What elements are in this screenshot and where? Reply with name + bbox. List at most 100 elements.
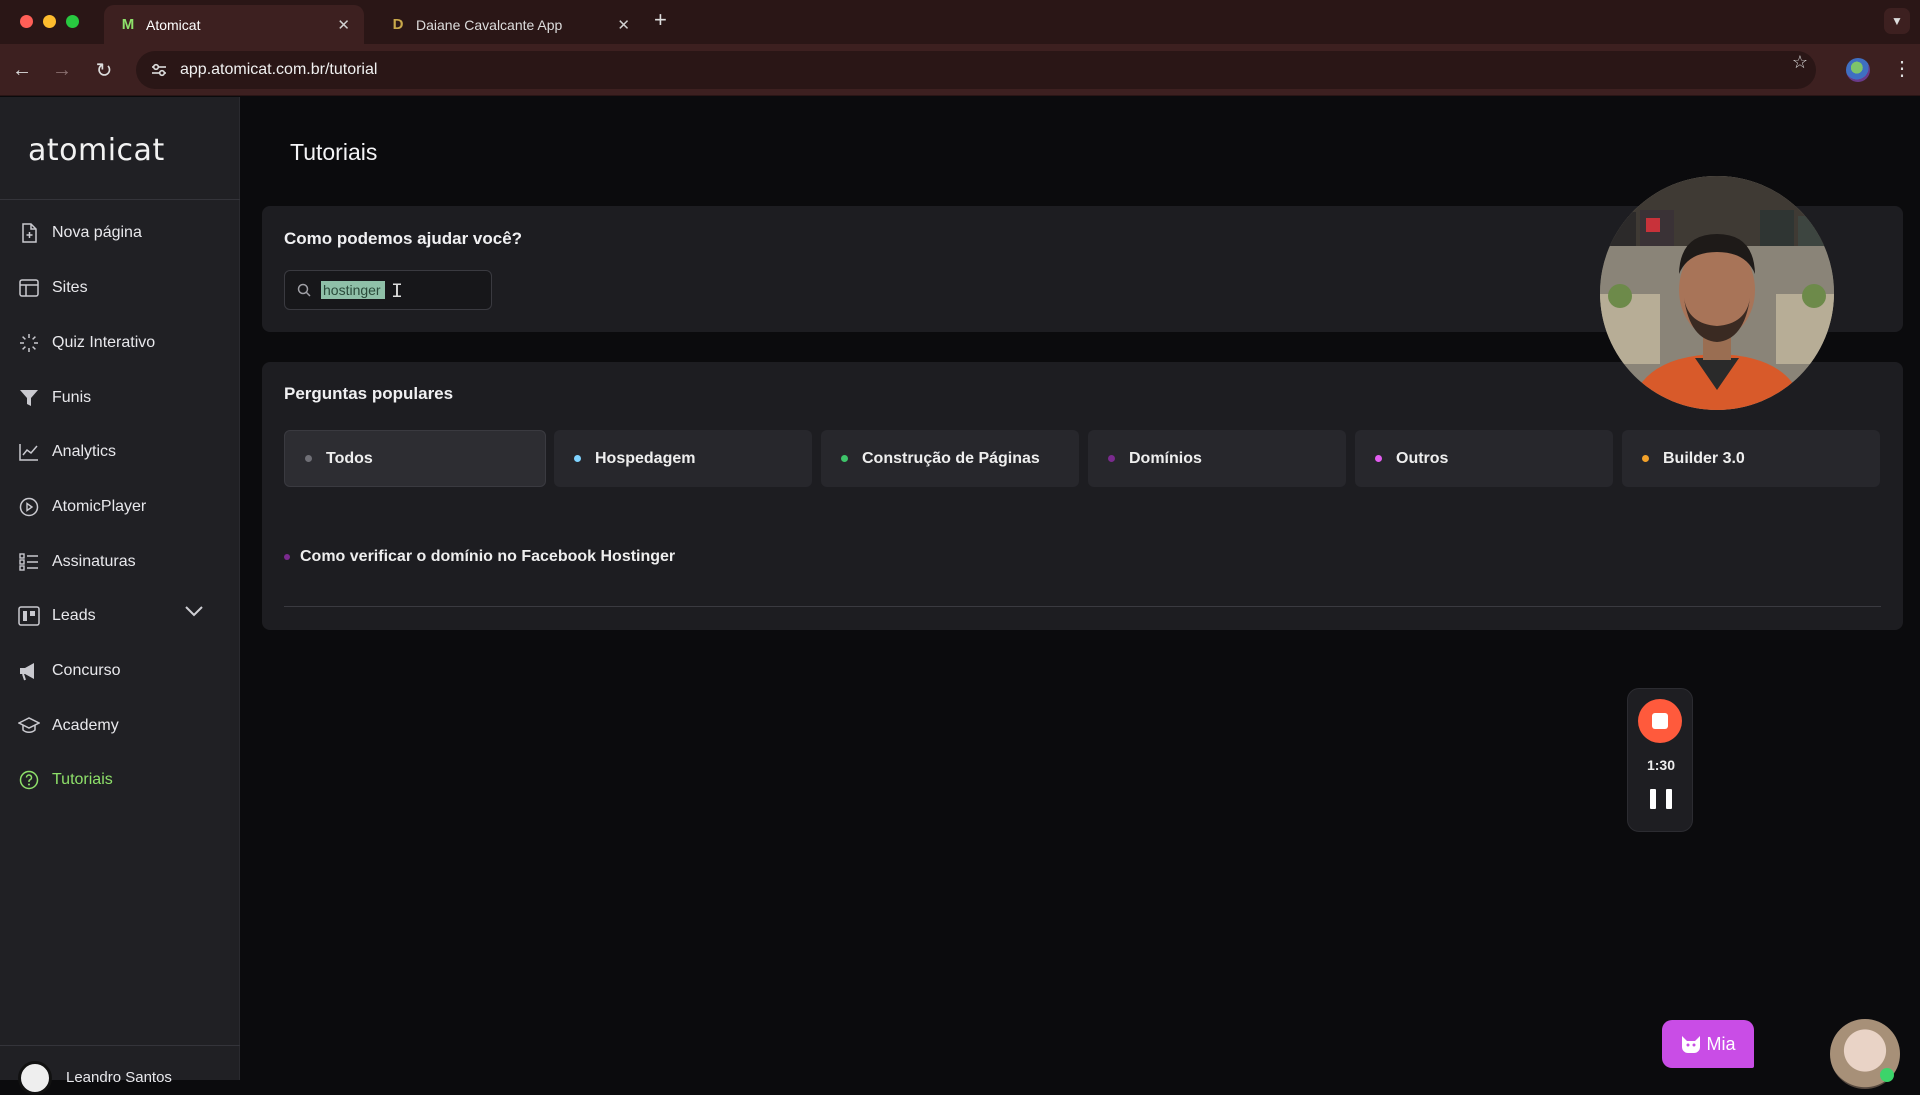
- site-settings-icon[interactable]: [144, 63, 174, 77]
- pause-icon-bar: [1666, 789, 1672, 809]
- user-avatar[interactable]: [18, 1061, 52, 1095]
- sidebar-item-label: Analytics: [52, 443, 117, 460]
- new-tab-button[interactable]: +: [654, 7, 667, 33]
- reload-icon[interactable]: ↻: [90, 56, 118, 84]
- pause-recording-button[interactable]: [1650, 789, 1672, 811]
- analytics-icon: [18, 441, 40, 463]
- close-tab-icon[interactable]: ✕: [337, 16, 350, 34]
- category-todos[interactable]: Todos: [284, 430, 546, 487]
- sidebar-item-label: Leads: [52, 607, 96, 624]
- tab-search-button[interactable]: ▼: [1884, 8, 1910, 34]
- mia-chat-button[interactable]: Mia: [1662, 1020, 1754, 1068]
- megaphone-icon: [18, 660, 40, 682]
- category-label: Construção de Páginas: [862, 449, 1040, 467]
- webcam-overlay[interactable]: [1600, 176, 1834, 410]
- category-dot: [841, 455, 848, 462]
- recording-time: 1:30: [1646, 757, 1676, 773]
- sidebar-item-tutoriais[interactable]: Tutoriais: [0, 758, 240, 802]
- pause-icon: [1650, 789, 1656, 809]
- question-label: Como verificar o domínio no Facebook Hos…: [300, 548, 676, 565]
- address-bar[interactable]: app.atomicat.com.br/tutorial: [136, 51, 1816, 89]
- tab-atomicat[interactable]: M Atomicat ✕: [104, 5, 364, 44]
- search-icon: [297, 283, 313, 297]
- stop-icon: [1652, 713, 1668, 729]
- popular-questions-heading: Perguntas populares: [284, 384, 454, 403]
- stop-recording-button[interactable]: [1638, 699, 1682, 743]
- back-arrow-icon[interactable]: ←: [8, 56, 36, 84]
- sidebar-item-label: Quiz Interativo: [52, 334, 156, 351]
- sidebar-item-concurso[interactable]: Concurso: [0, 649, 240, 693]
- funnel-icon: [18, 387, 40, 409]
- tab-title: Daiane Cavalcante App: [416, 16, 563, 33]
- category-dot: [1375, 455, 1382, 462]
- bookmark-star-icon[interactable]: ☆: [1792, 52, 1808, 73]
- sidebar-item-sites[interactable]: Sites: [0, 266, 240, 310]
- question-dot: [284, 554, 290, 560]
- sidebar-item-label: Concurso: [52, 662, 121, 679]
- recording-controls: 1:30: [1627, 688, 1693, 832]
- atomicat-favicon-icon: M: [121, 16, 135, 33]
- sidebar-item-atomicplayer[interactable]: AtomicPlayer: [0, 485, 240, 529]
- close-tab-icon[interactable]: ✕: [617, 16, 630, 34]
- minimize-window-button[interactable]: [43, 15, 56, 28]
- tab-title: Atomicat: [146, 16, 201, 33]
- category-dominios[interactable]: Domínios: [1088, 430, 1346, 487]
- tab-daiane-app[interactable]: D Daiane Cavalcante App ✕: [374, 5, 644, 44]
- page-title: Tutoriais: [290, 139, 378, 165]
- mia-chat-label: Mia: [1706, 1033, 1736, 1054]
- sidebar-divider: [0, 1045, 240, 1046]
- quiz-icon: [18, 332, 40, 354]
- leads-icon: [18, 605, 40, 627]
- category-hospedagem[interactable]: Hospedagem: [554, 430, 812, 487]
- profile-icon[interactable]: [1846, 58, 1870, 82]
- sidebar-item-funis[interactable]: Funis: [0, 376, 240, 420]
- category-builder[interactable]: Builder 3.0: [1622, 430, 1880, 487]
- maximize-window-button[interactable]: [66, 15, 79, 28]
- cat-icon: [1682, 1036, 1701, 1053]
- atomicat-logo[interactable]: atomicat: [28, 133, 165, 168]
- sidebar-item-academy[interactable]: Academy: [0, 704, 240, 748]
- browser-menu-icon[interactable]: ⋮: [1892, 56, 1912, 81]
- new-page-icon: [18, 222, 40, 244]
- sidebar-item-leads[interactable]: Leads: [0, 594, 240, 638]
- daiane-favicon-icon: D: [392, 16, 404, 33]
- chevron-down-icon[interactable]: [184, 604, 204, 622]
- sidebar-item-label: AtomicPlayer: [52, 498, 147, 515]
- help-question-heading: Como podemos ajudar você?: [284, 229, 523, 248]
- category-dot: [1108, 455, 1115, 462]
- sidebar-item-analytics[interactable]: Analytics: [0, 430, 240, 474]
- sidebar-item-assinaturas[interactable]: Assinaturas: [0, 540, 240, 584]
- sidebar-item-label: Sites: [52, 279, 88, 296]
- browser-tab-bar: M Atomicat ✕ D Daiane Cavalcante App ✕ +…: [0, 0, 1920, 44]
- question-divider: [284, 606, 1881, 607]
- category-label: Hospedagem: [595, 449, 696, 467]
- sites-icon: [18, 277, 40, 299]
- sidebar-item-label: Funis: [52, 389, 92, 406]
- category-dot: [574, 455, 581, 462]
- user-name: Leandro Santos: [66, 1069, 172, 1086]
- popular-questions-card: Perguntas populares Todos Hospedagem Con…: [262, 362, 1903, 630]
- category-outros[interactable]: Outros: [1355, 430, 1613, 487]
- url-text: app.atomicat.com.br/tutorial: [180, 61, 378, 78]
- question-link[interactable]: Como verificar o domínio no Facebook Hos…: [284, 548, 675, 566]
- sidebar-item-nova-pagina[interactable]: Nova página: [0, 211, 240, 255]
- sidebar-item-label: Assinaturas: [52, 553, 136, 570]
- search-box[interactable]: hostinger I: [284, 270, 492, 310]
- category-construcao[interactable]: Construção de Páginas: [821, 430, 1079, 487]
- player-icon: [18, 496, 40, 518]
- close-window-button[interactable]: [20, 15, 33, 28]
- category-label: Todos: [326, 449, 373, 467]
- sidebar-item-quiz[interactable]: Quiz Interativo: [0, 321, 240, 365]
- category-dot: [305, 455, 312, 462]
- subscriptions-icon: [18, 551, 40, 573]
- forward-arrow-icon[interactable]: →: [48, 56, 76, 84]
- help-icon: [18, 769, 40, 791]
- category-label: Domínios: [1129, 449, 1202, 467]
- category-label: Builder 3.0: [1663, 449, 1745, 467]
- sidebar-item-label: Nova página: [52, 224, 142, 241]
- academy-icon: [18, 715, 40, 737]
- text-cursor-icon: I: [391, 281, 404, 304]
- search-input[interactable]: hostinger: [321, 281, 385, 299]
- browser-toolbar: ← → ↻ app.atomicat.com.br/tutorial ☆ ⋮: [0, 44, 1920, 96]
- sidebar-item-label: Tutoriais: [52, 771, 113, 788]
